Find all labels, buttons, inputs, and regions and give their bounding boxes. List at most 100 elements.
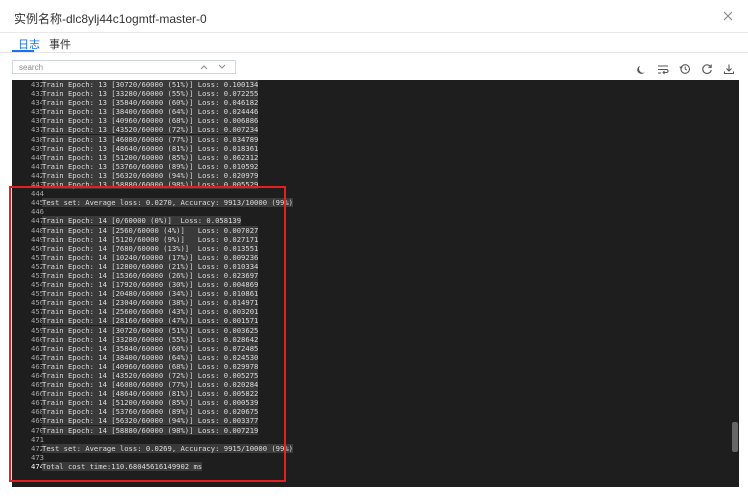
log-text-content: Train Epoch: 14 [35840/60000 (60%)] Loss… — [42, 343, 259, 353]
log-text: Train Epoch: 14 [40960/60000 (68%)] Loss… — [42, 361, 259, 371]
log-text: Train Epoch: 13 [33280/60000 (55%)] Loss… — [42, 89, 259, 99]
log-line: 454 Train Epoch: 14 [17920/60000 (30%)] L… — [12, 280, 731, 290]
log-lines: 432 Train Epoch: 13 [30720/60000 (51%)] L… — [12, 80, 731, 487]
line-number: 452 — [31, 261, 44, 271]
log-text: Train Epoch: 13 [48640/60000 (81%)] Loss… — [42, 143, 259, 153]
line-number: 443 — [31, 180, 44, 190]
line-number: 474 — [31, 461, 44, 471]
log-line: 435 Train Epoch: 13 [38400/60000 (64%)] L… — [12, 107, 731, 117]
log-text-content: Train Epoch: 13 [58880/60000 (98%)] Loss… — [42, 180, 259, 190]
log-text-content: Train Epoch: 14 [48640/60000 (81%)] Loss… — [42, 389, 259, 399]
log-text: Train Epoch: 14 [12800/60000 (21%)] Loss… — [42, 261, 259, 271]
log-text: Train Epoch: 13 [46080/60000 (77%)] Loss… — [42, 134, 259, 144]
log-text-content: Train Epoch: 14 [23040/60000 (38%)] Loss… — [42, 298, 259, 308]
line-number: 468 — [31, 407, 44, 417]
log-scrollbar[interactable] — [731, 80, 739, 487]
search-input[interactable] — [13, 61, 195, 73]
log-line: 459 Train Epoch: 14 [30720/60000 (51%)] L… — [12, 325, 731, 335]
log-text-content: Train Epoch: 13 [38400/60000 (64%)] Loss… — [42, 107, 259, 117]
log-text-content: Train Epoch: 14 [56320/60000 (94%)] Loss… — [42, 416, 259, 426]
line-number: 442 — [31, 170, 44, 180]
log-text: Train Epoch: 13 [35840/60000 (60%)] Loss… — [42, 98, 259, 108]
log-text-content: Test set: Average loss: 0.0269, Accuracy… — [42, 443, 293, 453]
line-number: 440 — [31, 152, 44, 162]
log-viewer[interactable]: 432 Train Epoch: 13 [30720/60000 (51%)] L… — [12, 80, 739, 487]
log-text-content: Train Epoch: 14 [38400/60000 (64%)] Loss… — [42, 352, 259, 362]
log-text: Train Epoch: 14 [58880/60000 (98%)] Loss… — [42, 425, 259, 435]
log-text: Train Epoch: 14 [33280/60000 (55%)] Loss… — [42, 334, 259, 344]
log-line: 436 Train Epoch: 13 [40960/60000 (68%)] L… — [12, 116, 731, 126]
log-line: 432 Train Epoch: 13 [30720/60000 (51%)] L… — [12, 80, 731, 89]
line-number: 446 — [31, 207, 44, 217]
log-line: 437 Train Epoch: 13 [43520/60000 (72%)] L… — [12, 125, 731, 135]
line-number: 449 — [31, 234, 44, 244]
log-text: Test set: Average loss: 0.0269, Accuracy… — [42, 443, 293, 453]
log-text: Train Epoch: 14 [43520/60000 (72%)] Loss… — [42, 371, 259, 380]
line-number: 436 — [31, 116, 44, 126]
search-next-button[interactable] — [213, 61, 231, 73]
log-text-content: Train Epoch: 14 [2560/60000 (4%)] Loss: … — [42, 225, 259, 235]
log-text: Train Epoch: 13 [43520/60000 (72%)] Loss… — [42, 125, 259, 135]
log-text-content: Train Epoch: 13 [40960/60000 (68%)] Loss… — [42, 116, 259, 126]
log-text-content: Train Epoch: 14 [33280/60000 (55%)] Loss… — [42, 334, 259, 344]
log-text-content: Train Epoch: 14 [51200/60000 (85%)] Loss… — [42, 398, 259, 408]
tab-divider — [0, 52, 748, 53]
chevron-up-icon — [200, 65, 208, 70]
log-text: Train Epoch: 13 [51200/60000 (85%)] Loss… — [42, 152, 259, 162]
log-text: Train Epoch: 13 [40960/60000 (68%)] Loss… — [42, 116, 259, 126]
line-number: 473 — [31, 452, 44, 462]
line-number: 445 — [31, 198, 44, 208]
wrap-icon[interactable] — [656, 62, 670, 76]
search-prev-button[interactable] — [195, 61, 213, 73]
log-text-content: Train Epoch: 13 [51200/60000 (85%)] Loss… — [42, 152, 259, 162]
log-text-content: Train Epoch: 14 [40960/60000 (68%)] Loss… — [42, 361, 259, 371]
history-icon[interactable] — [678, 62, 692, 76]
refresh-icon[interactable] — [700, 62, 714, 76]
log-line: 471 — [12, 435, 731, 444]
log-line: 446 — [12, 207, 731, 216]
line-number: 471 — [31, 434, 44, 444]
log-text: Train Epoch: 14 [7680/60000 (13%)] Loss:… — [42, 243, 259, 253]
log-text-content: Train Epoch: 14 [20480/60000 (34%)] Loss… — [42, 289, 259, 299]
line-number: 466 — [31, 389, 44, 399]
line-number: 472 — [31, 443, 44, 453]
line-number: 437 — [31, 125, 44, 135]
line-number: 439 — [31, 143, 44, 153]
close-icon-glyph — [723, 11, 733, 21]
log-line: 439 Train Epoch: 13 [48640/60000 (81%)] L… — [12, 143, 731, 153]
dialog-title: 实例名称-dlc8ylj44c1ogmtf-master-0 — [14, 12, 207, 26]
line-number: 455 — [31, 289, 44, 299]
close-icon[interactable] — [718, 6, 738, 26]
log-line: 440 Train Epoch: 13 [51200/60000 (85%)] L… — [12, 152, 731, 162]
log-line: 472 Test set: Average loss: 0.0269, Accur… — [12, 443, 731, 453]
log-line: 455 Train Epoch: 14 [20480/60000 (34%)] L… — [12, 289, 731, 299]
log-text-content: Test set: Average loss: 0.0270, Accuracy… — [42, 198, 293, 208]
line-number: 432 — [31, 80, 44, 89]
theme-icon[interactable] — [634, 62, 648, 76]
log-text: Train Epoch: 13 [38400/60000 (64%)] Loss… — [42, 107, 259, 117]
log-text: Train Epoch: 13 [58880/60000 (98%)] Loss… — [42, 180, 259, 190]
log-line: 458 Train Epoch: 14 [28160/60000 (47%)] L… — [12, 316, 731, 326]
log-text-content: Train Epoch: 13 [46080/60000 (77%)] Loss… — [42, 134, 259, 144]
log-text-content: Train Epoch: 14 [10240/60000 (17%)] Loss… — [42, 252, 259, 262]
line-number: 464 — [31, 371, 44, 380]
log-text-content: Train Epoch: 14 [15360/60000 (26%)] Loss… — [42, 270, 259, 280]
download-icon[interactable] — [722, 62, 736, 76]
log-text: Train Epoch: 14 [51200/60000 (85%)] Loss… — [42, 398, 259, 408]
scrollbar-thumb[interactable] — [732, 422, 738, 452]
log-line: 441 Train Epoch: 13 [53760/60000 (89%)] L… — [12, 161, 731, 171]
log-text: Train Epoch: 14 [2560/60000 (4%)] Loss: … — [42, 225, 259, 235]
log-text: Train Epoch: 14 [46080/60000 (77%)] Loss… — [42, 380, 259, 390]
tab-events[interactable]: 事件 — [49, 36, 71, 52]
log-text: Train Epoch: 14 [30720/60000 (51%)] Loss… — [42, 325, 259, 335]
log-text: Test set: Average loss: 0.0270, Accuracy… — [42, 198, 293, 208]
line-number: 456 — [31, 298, 44, 308]
log-text: Train Epoch: 14 [10240/60000 (17%)] Loss… — [42, 252, 259, 262]
log-line: 453 Train Epoch: 14 [15360/60000 (26%)] L… — [12, 270, 731, 280]
log-text: Train Epoch: 14 [15360/60000 (26%)] Loss… — [42, 270, 259, 280]
log-line: 450 Train Epoch: 14 [7680/60000 (13%)] Lo… — [12, 243, 731, 253]
line-number: 463 — [31, 361, 44, 371]
log-text-content: Train Epoch: 14 [30720/60000 (51%)] Loss… — [42, 325, 259, 335]
log-text: Total cost time:110.68045616149902 ms — [42, 461, 203, 471]
log-text: Train Epoch: 14 [53760/60000 (89%)] Loss… — [42, 407, 259, 417]
